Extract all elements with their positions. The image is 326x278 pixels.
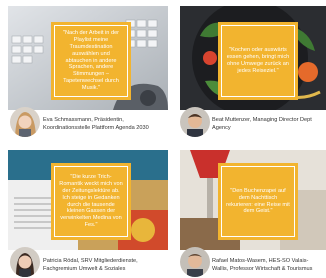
quote-text-4: "Den Buchenzapei auf dem Nachttisch reku… xyxy=(221,166,295,237)
caption-2-name: Beat Muttenzer, Managing Director Dept xyxy=(212,117,312,123)
caption-3: Patricia Rödal, SRV Mitgliederdienste, F… xyxy=(43,257,138,273)
caption-2: Beat Muttenzer, Managing Director Dept A… xyxy=(212,116,312,132)
quote-box-1: "Nach der Arbeit in der Playlist meine T… xyxy=(51,22,131,100)
caption-3-name: Patricia Rödal, SRV Mitgliederdienste, xyxy=(43,258,138,264)
quote-box-4: "Den Buchenzapei auf dem Nachttisch reku… xyxy=(218,163,298,240)
quote-text-2: "Kochen oder auswärts essen gehen, bring… xyxy=(221,25,295,97)
quote-text-3: "Die kurze Trich-Romantik weckt mich von… xyxy=(54,166,128,237)
caption-2-role: Agency xyxy=(212,125,231,132)
caption-1-role: Koordinationsstelle Plattform Agenda 203… xyxy=(43,125,149,132)
caption-1-name: Eva Schmassmann, Präsidentin, xyxy=(43,117,124,123)
caption-4-name: Rafael Matos-Wasem, HES-SO Valais- xyxy=(212,258,309,264)
caption-4-role: Wallis, Professor Wirtschaft & Tourismus xyxy=(212,266,313,273)
avatar-3 xyxy=(10,247,40,277)
quote-box-3: "Die kurze Trich-Romantik weckt mich von… xyxy=(51,163,131,240)
caption-4: Rafael Matos-Wasem, HES-SO Valais- Walli… xyxy=(212,257,312,273)
avatar-1 xyxy=(10,107,40,137)
quote-text-1: "Nach der Arbeit in der Playlist meine T… xyxy=(54,25,128,97)
caption-1: Eva Schmassmann, Präsidentin, Koordinati… xyxy=(43,116,149,132)
caption-3-role: Fachgremium Umwelt & Soziales xyxy=(43,266,126,273)
quote-box-2: "Kochen oder auswärts essen gehen, bring… xyxy=(218,22,298,100)
avatar-2 xyxy=(180,107,210,137)
avatar-4 xyxy=(180,247,210,277)
